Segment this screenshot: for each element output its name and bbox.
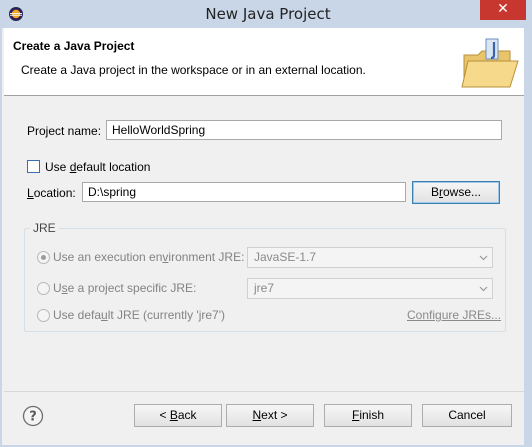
location-input[interactable]: D:\spring	[82, 182, 406, 202]
project-name-input[interactable]: HelloWorldSpring	[106, 120, 502, 140]
svg-text:?: ?	[29, 410, 37, 425]
execution-environment-select[interactable]: JavaSE-1.7	[247, 247, 493, 268]
page-description: Create a Java project in the workspace o…	[21, 63, 366, 77]
location-label: Location:	[27, 186, 76, 200]
help-icon[interactable]: ?	[22, 405, 44, 427]
java-project-folder-icon	[461, 38, 519, 88]
finish-button[interactable]: Finish	[324, 404, 412, 427]
window-title: New Java Project	[205, 5, 331, 23]
execution-environment-radio[interactable]	[37, 251, 50, 264]
execution-environment-label: Use an execution environment JRE:	[53, 250, 245, 264]
back-button[interactable]: < Back	[134, 404, 222, 427]
chevron-down-icon	[479, 286, 488, 292]
next-button[interactable]: Next >	[226, 404, 314, 427]
configure-jres-link[interactable]: Configure JREs...	[407, 308, 501, 322]
use-default-location-label[interactable]: Use default location	[45, 160, 150, 174]
use-default-location-checkbox[interactable]	[27, 160, 40, 173]
browse-button[interactable]: Browse...	[412, 181, 500, 204]
cancel-button[interactable]: Cancel	[422, 404, 512, 427]
project-specific-jre-label: Use a project specific JRE:	[53, 281, 197, 295]
default-jre-radio[interactable]	[37, 309, 50, 322]
close-button[interactable]: ✕	[480, 0, 526, 20]
title-bar[interactable]: New Java Project ✕	[2, 0, 532, 28]
project-specific-jre-radio[interactable]	[37, 282, 50, 295]
project-name-label: Project name:	[27, 124, 102, 138]
default-jre-label: Use default JRE (currently 'jre7')	[53, 308, 225, 322]
page-title: Create a Java Project	[13, 39, 135, 53]
new-java-project-dialog: New Java Project ✕ Create a Java Project…	[0, 0, 532, 447]
jre-group-label: JRE	[30, 221, 59, 235]
chevron-down-icon	[479, 255, 488, 261]
wizard-header: Create a Java Project Create a Java proj…	[4, 28, 524, 96]
footer-divider	[4, 391, 524, 392]
project-specific-jre-select[interactable]: jre7	[247, 278, 493, 299]
